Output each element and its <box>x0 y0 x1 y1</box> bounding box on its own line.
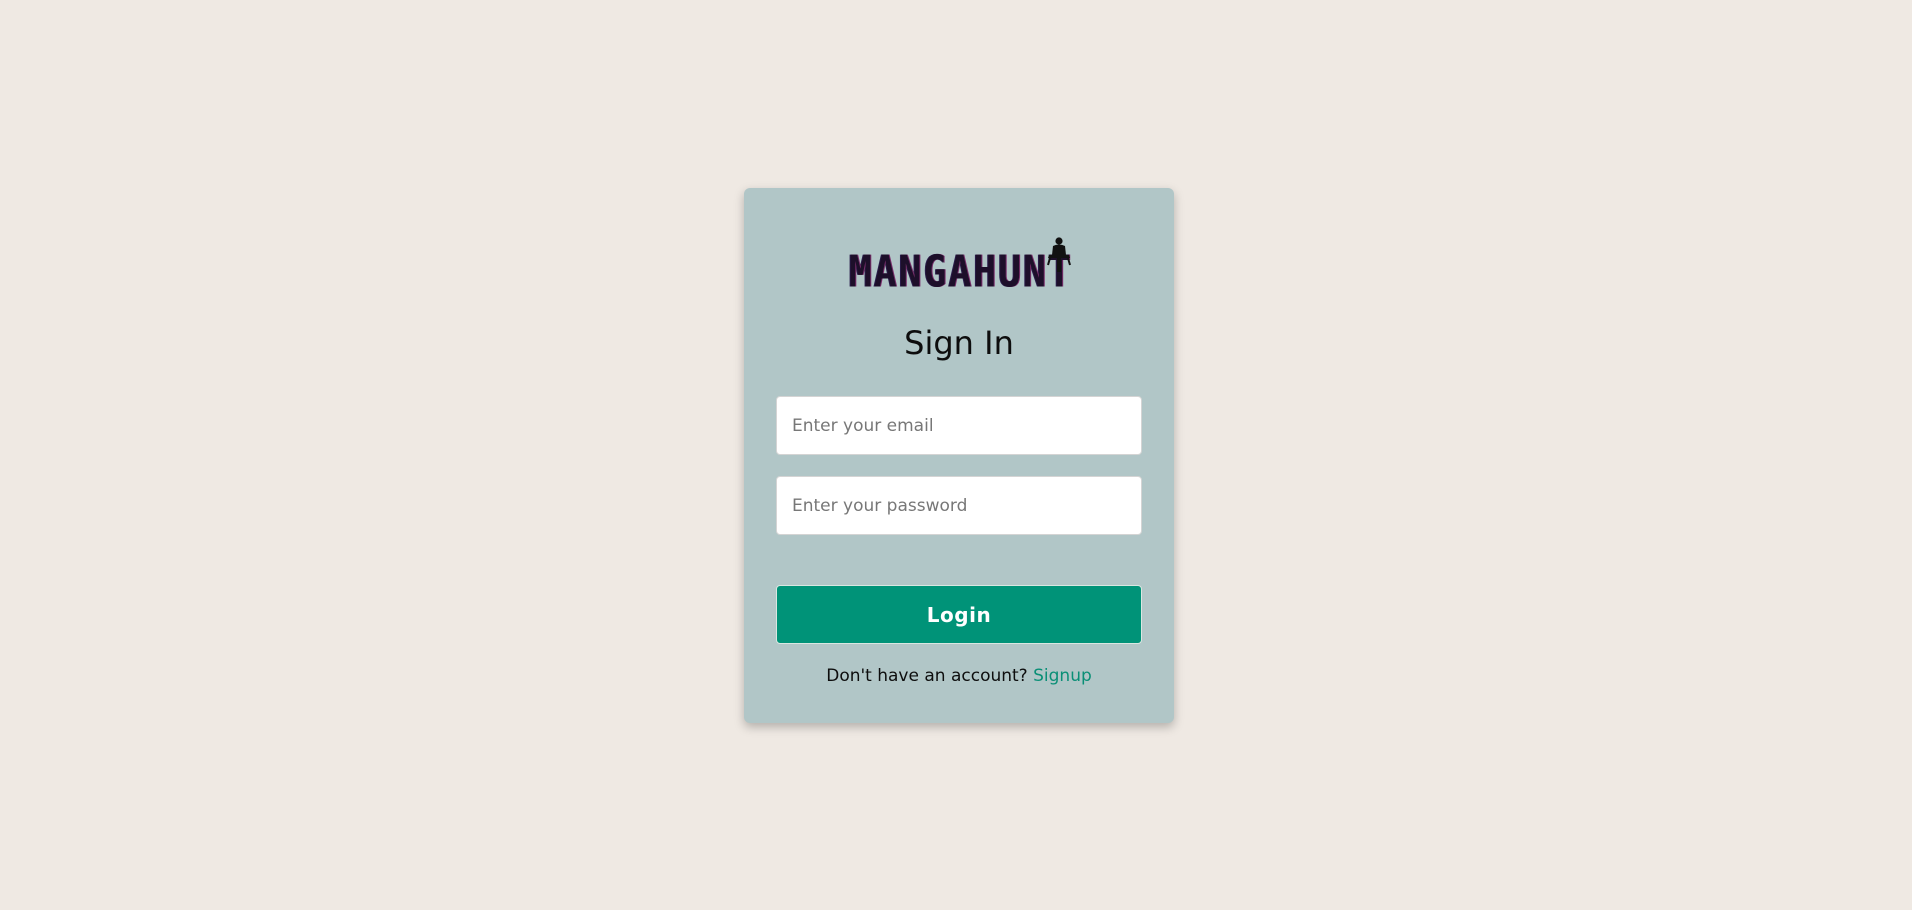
logo-text: MANGAHUNT <box>849 246 1073 297</box>
email-field[interactable] <box>776 396 1142 455</box>
password-field[interactable] <box>776 476 1142 535</box>
mangahunt-logo: MANGAHUNT <box>849 236 1079 297</box>
signin-card: MANGAHUNT Sign In Login Don't have an ac… <box>744 188 1174 723</box>
signup-prompt: Don't have an account? <box>826 666 1028 686</box>
signup-row: Don't have an account? Signup <box>744 666 1174 686</box>
login-button[interactable]: Login <box>776 585 1142 644</box>
page-title: Sign In <box>904 324 1014 362</box>
signup-link[interactable]: Signup <box>1033 666 1092 686</box>
sitting-figure-icon <box>1047 237 1071 272</box>
